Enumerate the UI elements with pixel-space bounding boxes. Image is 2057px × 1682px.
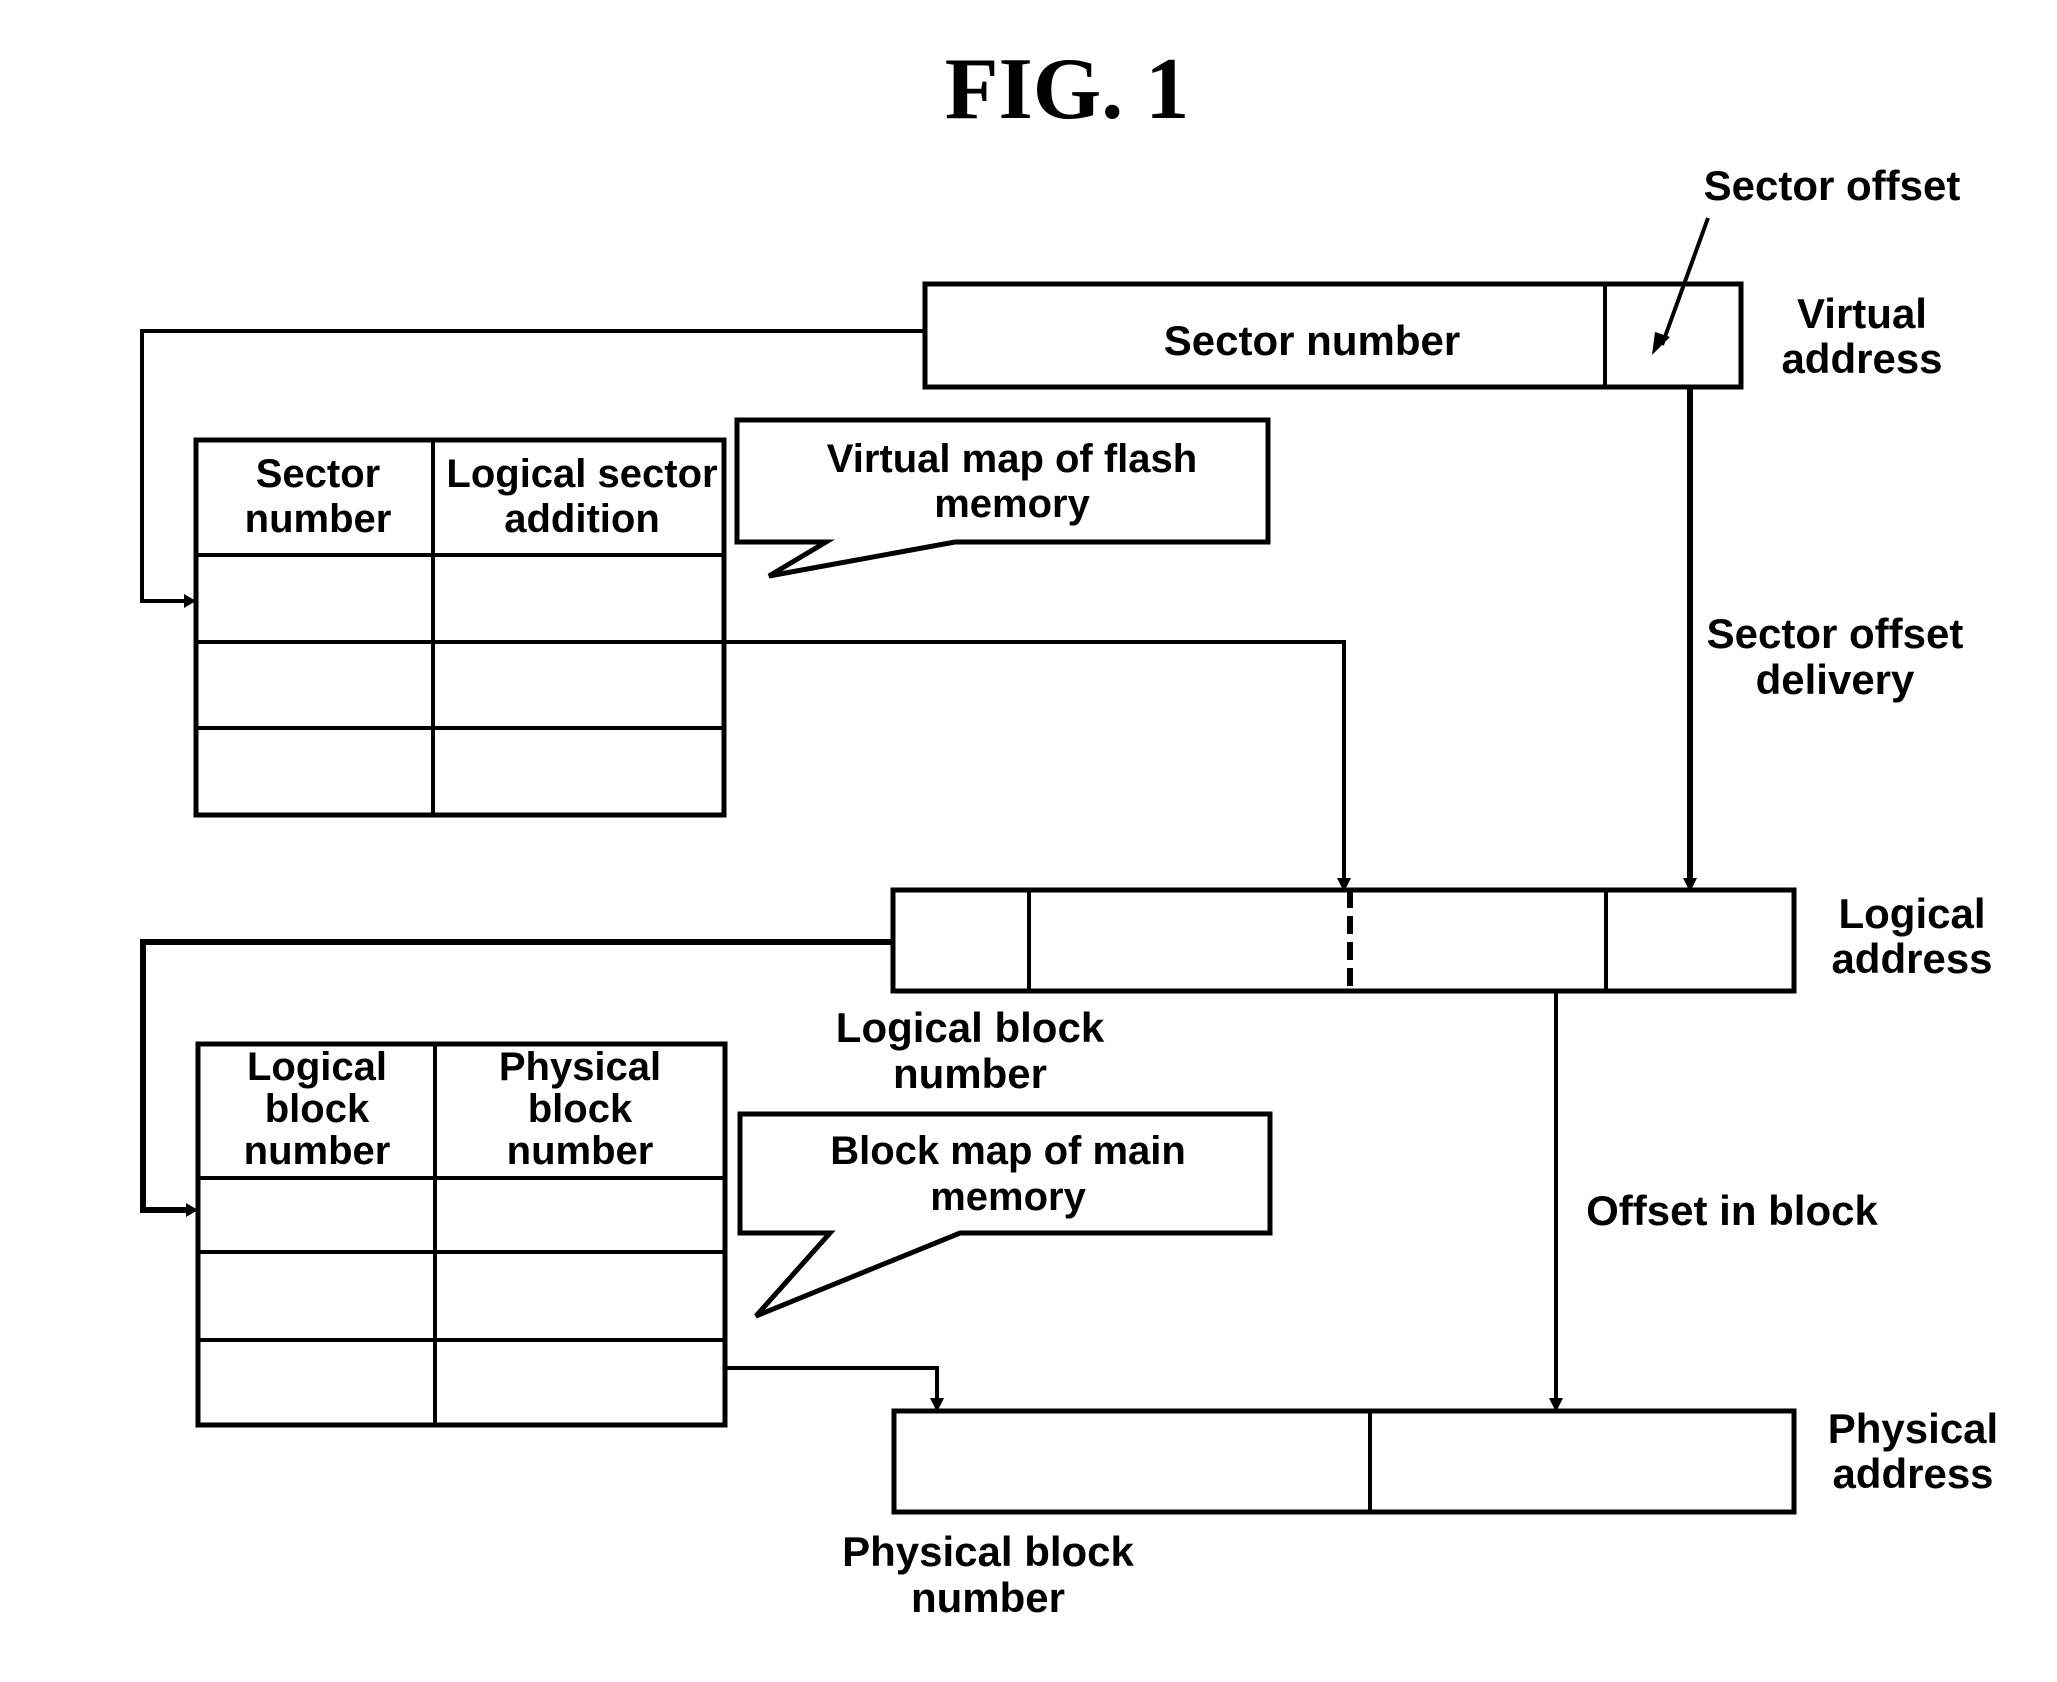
block-map-header-logical-line1: Logical: [247, 1045, 387, 1089]
virtual-map-header-sector-number-line1: Sector: [256, 452, 381, 496]
block-map-header-physical-line3: number: [507, 1129, 654, 1173]
block-map-callout-line2: memory: [930, 1175, 1086, 1219]
virtual-map-callout: Virtual map of flash memory: [734, 417, 1271, 579]
offset-in-block-label: Offset in block: [1586, 1187, 1878, 1234]
physical-block-connector: [725, 1366, 939, 1400]
sector-number-field-label: Sector number: [1164, 317, 1460, 364]
virtual-address-register: Sector number: [922, 281, 1744, 390]
physical-address-register: [891, 1408, 1797, 1515]
block-map-header-logical-line3: number: [244, 1129, 391, 1173]
logical-address-label-line1: Logical: [1838, 890, 1985, 937]
logical-sector-connector: [724, 640, 1346, 880]
block-map-header-logical-line2: block: [265, 1087, 370, 1131]
virtual-map-table: Sector number Logical sector addition: [193, 437, 727, 818]
virtual-map-header-logical-sector-line2: addition: [504, 497, 660, 541]
figure-title: FIG. 1: [945, 41, 1189, 138]
virtual-address-label-line1: Virtual: [1797, 290, 1927, 337]
logical-block-number-label-line1: Logical block: [836, 1004, 1105, 1051]
physical-address-label-line2: address: [1832, 1450, 1993, 1497]
block-map-callout-line1: Block map of main: [830, 1129, 1186, 1173]
block-map-header-physical-line2: block: [528, 1087, 633, 1131]
physical-block-number-label-line1: Physical block: [842, 1528, 1134, 1575]
block-map-callout: Block map of main memory: [737, 1111, 1273, 1319]
block-map-header-physical-line1: Physical: [499, 1045, 661, 1089]
virtual-map-header-logical-sector-line1: Logical sector: [446, 452, 717, 496]
virtual-address-label-line2: address: [1781, 335, 1942, 382]
sector-offset-delivery-line1: Sector offset: [1707, 610, 1964, 657]
virtual-map-callout-line2: memory: [934, 482, 1090, 526]
sector-offset-label: Sector offset: [1704, 162, 1961, 209]
sector-offset-delivery-line2: delivery: [1756, 656, 1915, 703]
physical-address-box: [891, 1408, 1797, 1515]
virtual-map-callout-line1: Virtual map of flash: [827, 437, 1197, 481]
virtual-map-header-sector-number-line2: number: [245, 497, 392, 541]
block-map-table: Logical block number Physical block numb…: [195, 1041, 728, 1428]
logical-address-register: [890, 887, 1797, 994]
logical-address-label-line2: address: [1831, 935, 1992, 982]
physical-block-number-label-line2: number: [911, 1574, 1065, 1621]
physical-address-label-line1: Physical: [1828, 1405, 1998, 1452]
address-translation-diagram: FIG. 1 Sector number Virtual address Sec…: [140, 41, 1998, 1621]
logical-block-number-label-line2: number: [893, 1050, 1047, 1097]
